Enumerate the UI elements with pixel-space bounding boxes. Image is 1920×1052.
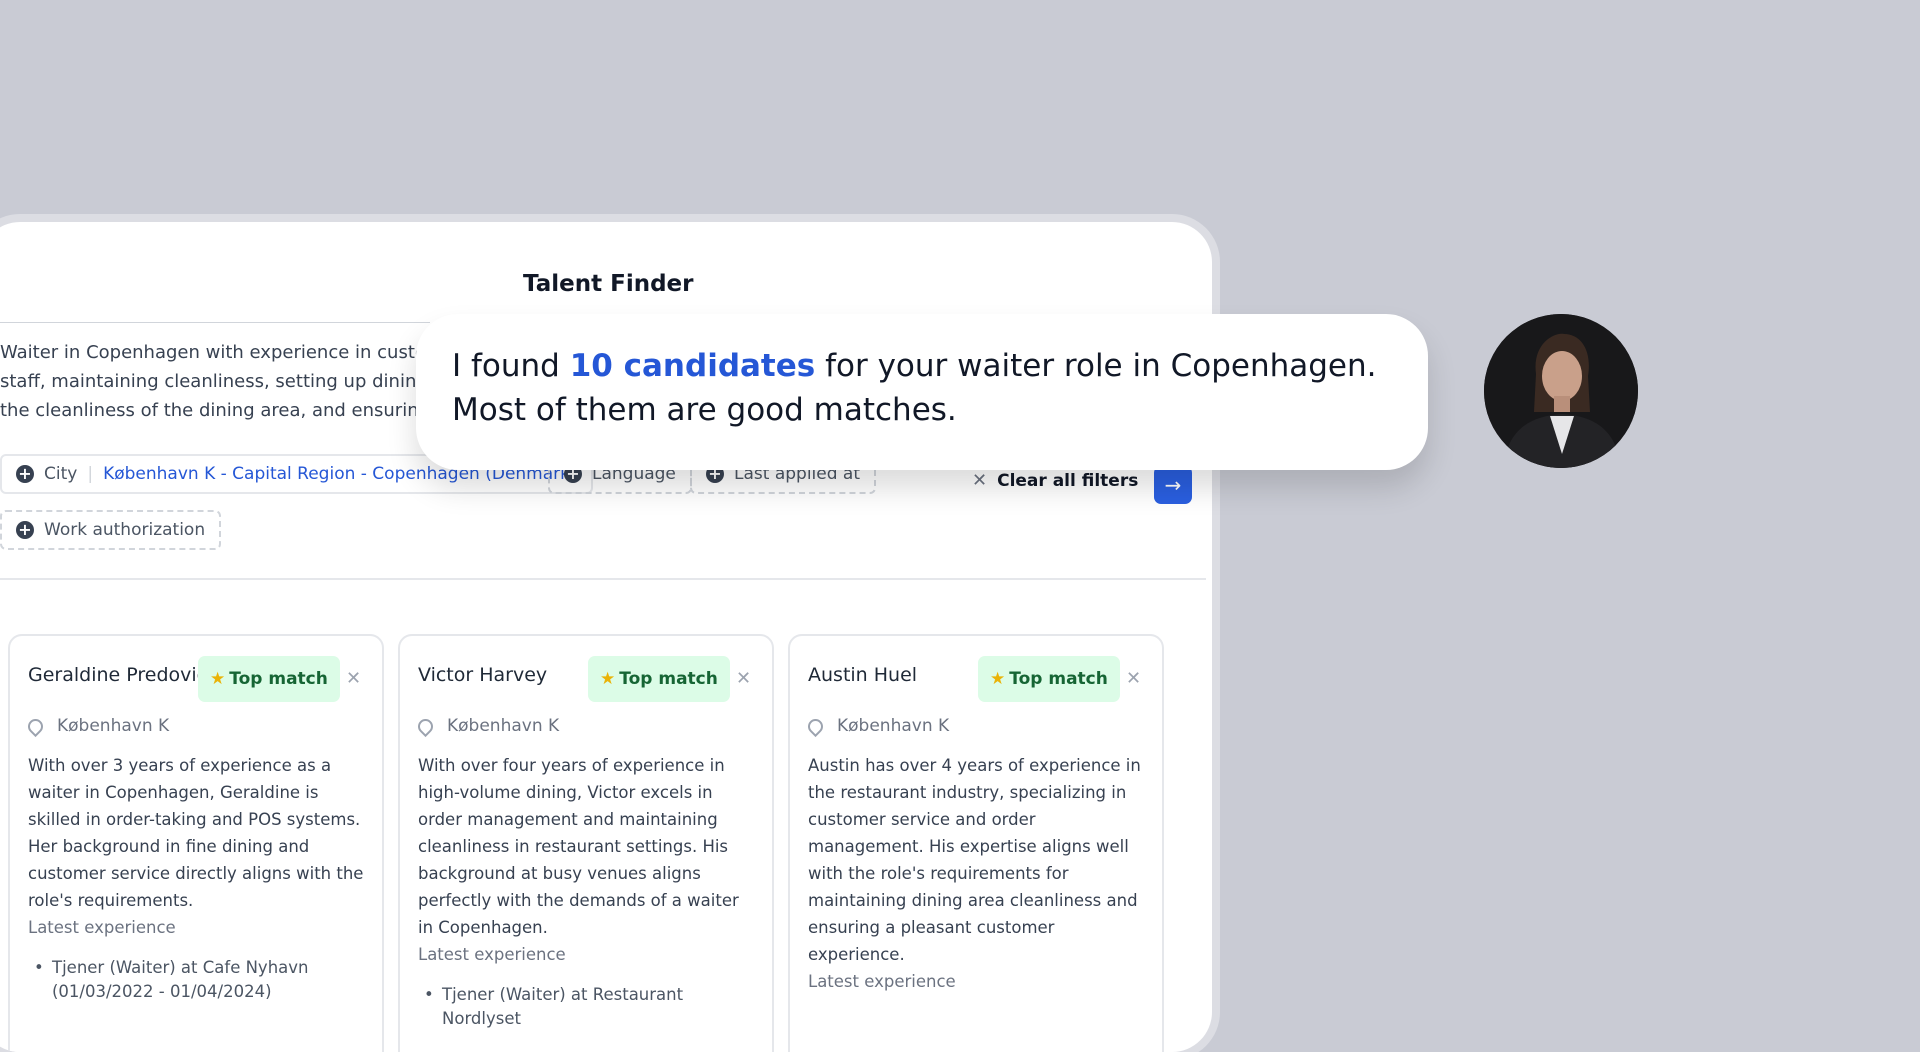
candidate-location: København K: [804, 715, 950, 737]
top-match-badge: ★ Top match: [198, 656, 340, 702]
experience-item: Tjener (Waiter) at Restaurant Nordlyset: [422, 983, 762, 1031]
location-label: København K: [447, 716, 560, 736]
message-prefix: I found: [452, 348, 570, 384]
experience-item: Tjener (Waiter) at Cafe Nyhavn (01/03/20…: [32, 956, 372, 1004]
candidate-card[interactable]: Geraldine Predovic ★ Top match ✕ Københa…: [8, 634, 384, 1052]
star-icon: ★: [210, 669, 226, 689]
close-icon[interactable]: ✕: [736, 668, 751, 689]
location-label: København K: [837, 716, 950, 736]
divider: [0, 578, 1206, 580]
search-submit-button[interactable]: →: [1154, 466, 1192, 504]
candidate-summary: With over four years of experience in hi…: [418, 756, 739, 937]
assistant-message-bubble: I found 10 candidates for your waiter ro…: [416, 314, 1428, 470]
arrow-right-icon: →: [1164, 473, 1182, 497]
divider: [0, 322, 430, 323]
map-pin-icon: [414, 715, 437, 737]
top-match-badge: ★ Top match: [588, 656, 730, 702]
candidate-location: København K: [414, 715, 560, 737]
map-pin-icon: [24, 715, 47, 737]
candidate-summary: Austin has over 4 years of experience in…: [808, 756, 1141, 964]
close-icon: ✕: [972, 470, 988, 491]
star-icon: ★: [990, 669, 1006, 689]
filter-work-authorization-chip[interactable]: + Work authorization: [0, 510, 222, 550]
candidate-card[interactable]: Austin Huel ★ Top match ✕ København K Au…: [788, 634, 1164, 1052]
filter-work-authorization-label: Work authorization: [44, 520, 206, 540]
candidate-name: Victor Harvey: [418, 664, 548, 686]
filter-city-label: City: [44, 464, 78, 484]
plus-icon: +: [16, 521, 34, 539]
badge-label: Top match: [229, 669, 328, 689]
page-title: Talent Finder: [523, 271, 694, 297]
clear-filters-label: Clear all filters: [997, 470, 1139, 491]
candidates-count-highlight[interactable]: 10 candidates: [570, 348, 816, 384]
star-icon: ★: [600, 669, 616, 689]
badge-label: Top match: [1009, 669, 1108, 689]
latest-experience-label: Latest experience: [28, 918, 176, 937]
clear-filters-button[interactable]: ✕ Clear all filters: [972, 470, 1138, 491]
avatar-portrait-icon: [1484, 314, 1638, 468]
candidate-name: Austin Huel: [808, 664, 918, 686]
badge-label: Top match: [619, 669, 718, 689]
candidate-name: Geraldine Predovic: [28, 664, 208, 686]
location-label: København K: [57, 716, 170, 736]
latest-experience-label: Latest experience: [808, 972, 956, 991]
plus-icon: +: [16, 465, 34, 483]
close-icon[interactable]: ✕: [1126, 668, 1141, 689]
candidate-card[interactable]: Victor Harvey ★ Top match ✕ København K …: [398, 634, 774, 1052]
map-pin-icon: [804, 715, 827, 737]
separator: |: [87, 464, 94, 484]
candidate-summary: With over 3 years of experience as a wai…: [28, 756, 364, 910]
top-match-badge: ★ Top match: [978, 656, 1120, 702]
assistant-message-text: I found 10 candidates for your waiter ro…: [452, 344, 1402, 432]
avatar: [1484, 314, 1638, 468]
close-icon[interactable]: ✕: [346, 668, 361, 689]
latest-experience-label: Latest experience: [418, 945, 566, 964]
candidate-location: København K: [24, 715, 170, 737]
